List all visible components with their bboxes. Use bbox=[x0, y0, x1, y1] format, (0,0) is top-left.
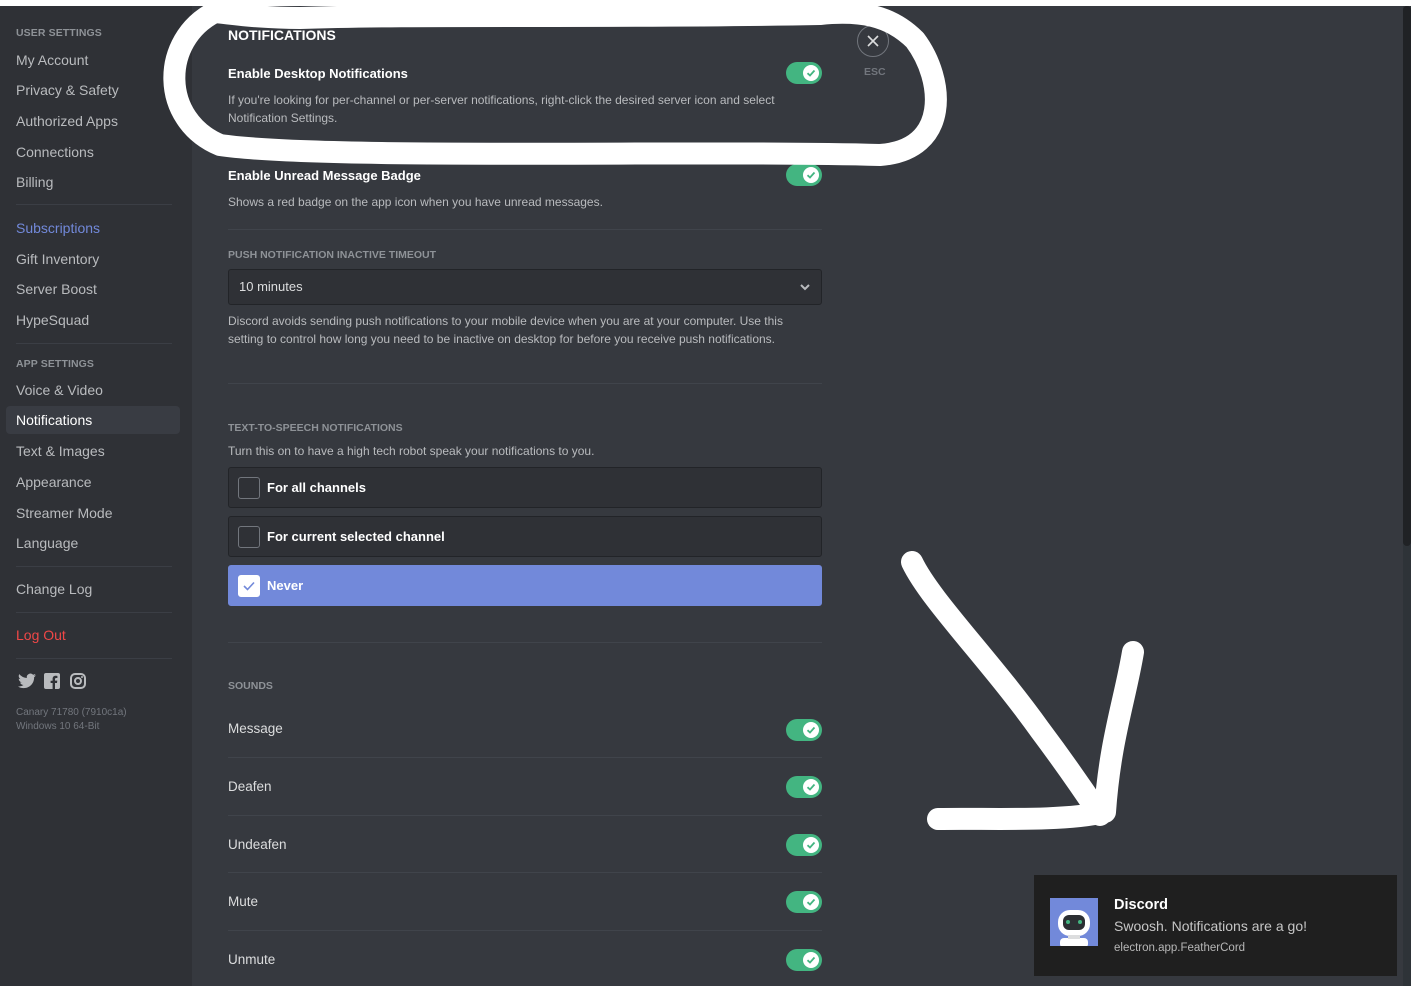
sound-mute-toggle[interactable] bbox=[786, 891, 822, 913]
tts-option-never[interactable]: Never bbox=[228, 565, 822, 606]
sidebar-item-streamer-mode[interactable]: Streamer Mode bbox=[6, 499, 180, 527]
tts-option-label: For all channels bbox=[267, 480, 366, 495]
section-divider bbox=[228, 229, 822, 230]
esc-label: ESC bbox=[864, 66, 886, 78]
check-icon bbox=[803, 894, 819, 910]
log-out-button[interactable]: Log Out bbox=[6, 621, 180, 649]
sound-message-toggle[interactable] bbox=[786, 719, 822, 741]
sidebar-item-voice-video[interactable]: Voice & Video bbox=[6, 376, 180, 404]
check-icon bbox=[803, 65, 819, 81]
toast-message: Swoosh. Notifications are a go! bbox=[1114, 918, 1307, 934]
discord-robot-icon bbox=[1050, 898, 1098, 946]
push-timeout-value: 10 minutes bbox=[239, 279, 303, 294]
sound-deafen-label: Deafen bbox=[228, 779, 272, 794]
tts-option-current-channel[interactable]: For current selected channel bbox=[228, 516, 822, 557]
sound-undeafen-label: Undeafen bbox=[228, 837, 287, 852]
social-links bbox=[18, 673, 88, 691]
row-divider bbox=[228, 930, 822, 931]
version-info: Canary 71780 (7910c1a) Windows 10 64-Bit bbox=[16, 706, 127, 734]
sidebar-divider bbox=[16, 343, 172, 344]
sidebar-item-hypesquad[interactable]: HypeSquad bbox=[6, 306, 180, 334]
unread-badge-toggle[interactable] bbox=[786, 164, 822, 186]
desktop-notifications-toggle[interactable] bbox=[786, 62, 822, 84]
push-timeout-description: Discord avoids sending push notification… bbox=[228, 314, 783, 346]
push-timeout-select[interactable]: 10 minutes bbox=[228, 269, 822, 305]
section-divider bbox=[228, 383, 822, 384]
check-icon bbox=[243, 581, 255, 591]
sidebar-divider bbox=[16, 204, 172, 205]
sound-deafen-toggle[interactable] bbox=[786, 776, 822, 798]
sound-unmute-toggle[interactable] bbox=[786, 949, 822, 971]
toast-source: electron.app.FeatherCord bbox=[1114, 942, 1246, 954]
sidebar-item-change-log[interactable]: Change Log bbox=[6, 575, 180, 603]
close-icon bbox=[867, 35, 879, 47]
desktop-notifications-title: Enable Desktop Notifications bbox=[228, 66, 408, 81]
desktop-notifications-description: If you're looking for per-channel or per… bbox=[228, 93, 775, 125]
tts-option-all-channels[interactable]: For all channels bbox=[228, 467, 822, 508]
sounds-label: SOUNDS bbox=[228, 680, 273, 692]
check-icon bbox=[803, 952, 819, 968]
check-icon bbox=[803, 167, 819, 183]
sidebar-divider bbox=[16, 612, 172, 613]
close-button[interactable] bbox=[857, 25, 889, 57]
app-settings-header: APP SETTINGS bbox=[16, 358, 95, 370]
sidebar-item-notifications[interactable]: Notifications bbox=[6, 406, 180, 434]
sidebar-item-authorized-apps[interactable]: Authorized Apps bbox=[6, 107, 180, 135]
toast-app-name: Discord bbox=[1114, 897, 1168, 913]
check-icon bbox=[803, 722, 819, 738]
sidebar-item-my-account[interactable]: My Account bbox=[6, 46, 180, 74]
checkbox-checked[interactable] bbox=[238, 575, 260, 597]
row-divider bbox=[228, 815, 822, 816]
sidebar-divider bbox=[16, 566, 172, 567]
row-divider bbox=[228, 757, 822, 758]
sound-undeafen-toggle[interactable] bbox=[786, 834, 822, 856]
twitter-icon[interactable] bbox=[18, 673, 36, 691]
unread-badge-title: Enable Unread Message Badge bbox=[228, 168, 421, 183]
checkbox[interactable] bbox=[238, 477, 260, 499]
instagram-icon[interactable] bbox=[70, 673, 88, 691]
version-build: Canary 71780 (7910c1a) bbox=[16, 707, 127, 718]
tts-description: Turn this on to have a high tech robot s… bbox=[228, 444, 595, 458]
sidebar-item-language[interactable]: Language bbox=[6, 529, 180, 557]
page-title: NOTIFICATIONS bbox=[228, 27, 336, 43]
settings-sidebar: USER SETTINGS My Account Privacy & Safet… bbox=[0, 6, 192, 986]
discord-settings-window: USER SETTINGS My Account Privacy & Safet… bbox=[0, 6, 1411, 986]
sound-unmute-label: Unmute bbox=[228, 952, 276, 967]
sidebar-item-gift-inventory[interactable]: Gift Inventory bbox=[6, 245, 180, 273]
row-divider bbox=[228, 872, 822, 873]
sidebar-item-appearance[interactable]: Appearance bbox=[6, 468, 180, 496]
sidebar-item-server-boost[interactable]: Server Boost bbox=[6, 275, 180, 303]
scrollbar-track[interactable] bbox=[1403, 6, 1411, 986]
unread-badge-description: Shows a red badge on the app icon when y… bbox=[228, 195, 603, 209]
version-os: Windows 10 64-Bit bbox=[16, 721, 100, 732]
user-settings-header: USER SETTINGS bbox=[16, 27, 102, 39]
tts-label: TEXT-TO-SPEECH NOTIFICATIONS bbox=[228, 422, 403, 434]
section-divider bbox=[228, 642, 822, 643]
checkbox[interactable] bbox=[238, 526, 260, 548]
chevron-down-icon bbox=[800, 284, 810, 291]
check-icon bbox=[803, 837, 819, 853]
tts-option-label: Never bbox=[267, 578, 304, 593]
scrollbar-thumb[interactable] bbox=[1403, 6, 1411, 546]
sidebar-item-connections[interactable]: Connections bbox=[6, 138, 180, 166]
facebook-icon[interactable] bbox=[44, 673, 62, 691]
sidebar-divider bbox=[16, 658, 172, 659]
sidebar-item-subscriptions[interactable]: Subscriptions bbox=[6, 214, 180, 242]
sound-mute-label: Mute bbox=[228, 894, 259, 909]
sidebar-item-text-images[interactable]: Text & Images bbox=[6, 437, 180, 465]
sound-message-label: Message bbox=[228, 721, 283, 736]
tts-option-label: For current selected channel bbox=[267, 529, 445, 544]
desktop-notification-toast[interactable]: Discord Swoosh. Notifications are a go! … bbox=[1034, 875, 1397, 976]
push-timeout-label: PUSH NOTIFICATION INACTIVE TIMEOUT bbox=[228, 249, 437, 261]
sidebar-item-privacy-safety[interactable]: Privacy & Safety bbox=[6, 76, 180, 104]
check-icon bbox=[803, 779, 819, 795]
sidebar-item-billing[interactable]: Billing bbox=[6, 168, 180, 196]
